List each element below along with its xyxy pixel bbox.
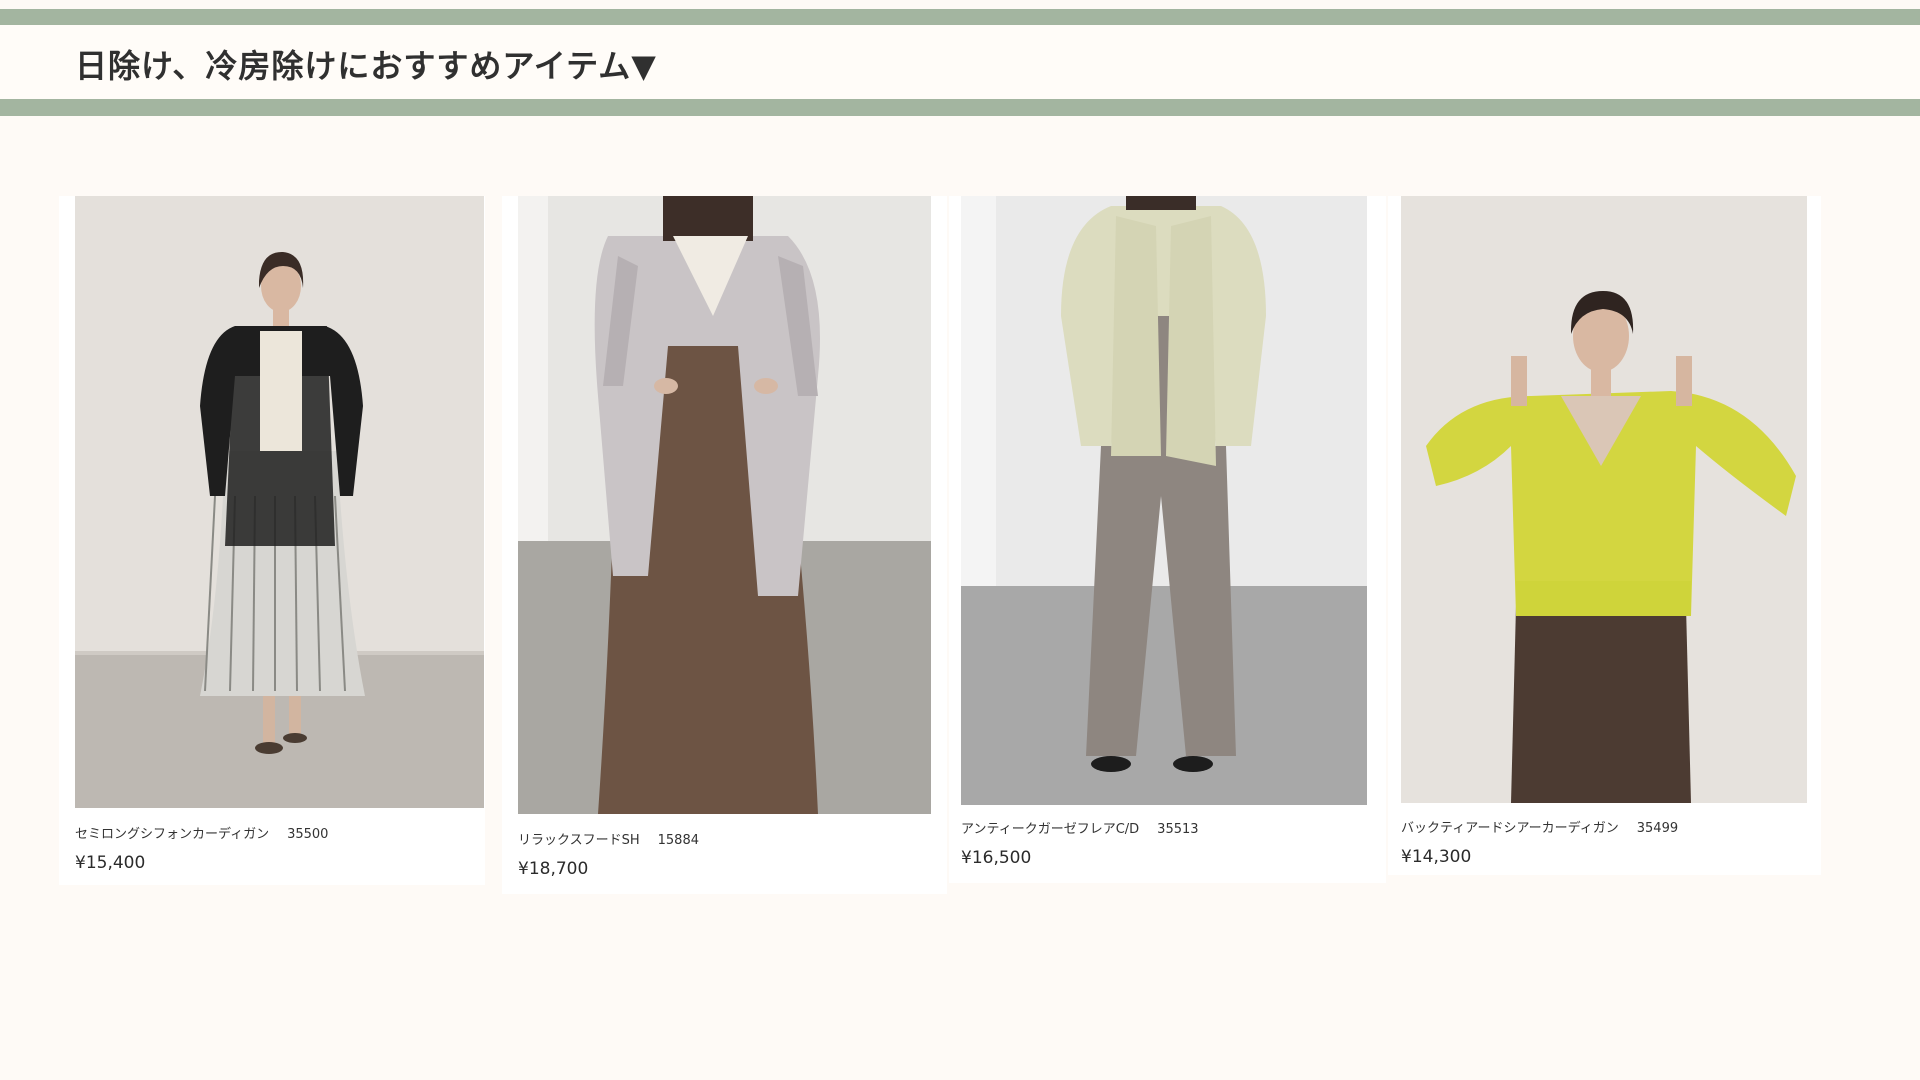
product-name-line[interactable]: バックティアードシアーカーディガン 35499 [1401,817,1678,836]
product-name-line[interactable]: リラックスフードSH 15884 [518,829,699,848]
product-photo[interactable] [75,196,484,808]
header-bottom-band [0,99,1920,116]
product-photo[interactable] [961,196,1367,805]
product-price: ¥14,300 [1401,847,1472,867]
product-code: 15884 [657,833,699,848]
model-black-cardigan-photo-icon [75,196,484,808]
product-photo[interactable] [518,196,931,814]
product-price: ¥15,400 [75,853,146,873]
section-title: 日除け、冷房除けにおすすめアイテム▼ [75,47,657,85]
product-code: 35499 [1636,821,1679,836]
product-code: 35513 [1157,822,1199,837]
product-name[interactable]: リラックスフードSH [518,833,640,848]
model-gauze-cardigan-photo-icon [961,196,1367,805]
product-name-line[interactable]: アンティークガーゼフレアC/D 35513 [961,818,1199,837]
product-price: ¥18,700 [518,859,589,879]
header-top-band [0,9,1920,25]
product-name-line[interactable]: セミロングシフォンカーディガン 35500 [75,823,328,842]
model-hooded-shirt-photo-icon [518,196,931,814]
product-photo[interactable] [1401,196,1807,803]
product-code: 35500 [287,827,329,842]
model-yellow-sheer-cardigan-photo-icon [1401,196,1807,803]
product-name[interactable]: アンティークガーゼフレアC/D [961,822,1139,837]
product-name[interactable]: バックティアードシアーカーディガン [1401,821,1619,836]
product-name[interactable]: セミロングシフォンカーディガン [75,827,269,842]
product-price: ¥16,500 [961,848,1032,868]
